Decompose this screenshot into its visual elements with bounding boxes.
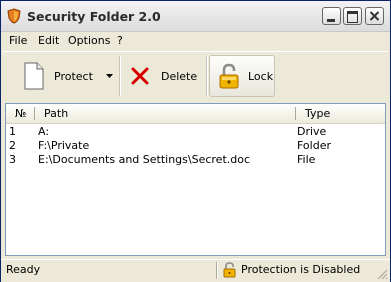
- list-item[interactable]: 2 F:\Private Folder: [6, 139, 385, 152]
- menu-edit[interactable]: Edit: [38, 34, 59, 47]
- row-path: F:\Private: [38, 139, 90, 152]
- status-bar: Ready Protection is Disabled: [1, 259, 390, 282]
- window-title: Security Folder 2.0: [27, 9, 161, 24]
- row-type: Folder: [297, 139, 331, 152]
- delete-button[interactable]: Delete: [125, 55, 203, 97]
- resize-grip-icon[interactable]: [376, 268, 388, 280]
- list-item[interactable]: 3 E:\Documents and Settings\Secret.doc F…: [6, 153, 385, 166]
- row-path: A:: [38, 125, 50, 138]
- delete-label: Delete: [161, 69, 198, 83]
- maximize-icon: [347, 11, 358, 23]
- app-window: Security Folder 2.0 File Edit Options ? …: [0, 0, 391, 282]
- protect-button[interactable]: Protect: [13, 55, 118, 97]
- column-divider[interactable]: [34, 107, 35, 120]
- row-type: File: [297, 153, 316, 166]
- maximize-button[interactable]: [343, 7, 362, 25]
- delete-x-icon: [131, 67, 149, 85]
- list-item[interactable]: 1 A: Drive: [6, 125, 385, 138]
- menu-file[interactable]: File: [9, 34, 27, 47]
- protected-items-list[interactable]: № Path Type 1 A: Drive 2 F:\Private Fold…: [5, 103, 386, 256]
- row-path: E:\Documents and Settings\Secret.doc: [38, 153, 251, 166]
- list-header: № Path Type: [6, 104, 385, 124]
- close-icon: [369, 11, 380, 21]
- menu-options[interactable]: Options: [68, 34, 110, 47]
- toolbar-separator: [119, 56, 121, 96]
- shield-icon: [7, 8, 21, 24]
- lock-label: Lock: [248, 69, 274, 83]
- status-divider: [216, 262, 218, 279]
- padlock-open-icon: [223, 262, 236, 278]
- lock-button[interactable]: Lock: [209, 55, 275, 97]
- menu-help[interactable]: ?: [117, 34, 123, 47]
- row-number: 1: [9, 125, 16, 138]
- toolbar-separator: [206, 56, 208, 96]
- status-text: Ready: [6, 263, 41, 276]
- column-divider[interactable]: [295, 107, 296, 120]
- column-header-type[interactable]: Type: [305, 107, 330, 120]
- minimize-button[interactable]: [322, 7, 341, 25]
- menu-bar: File Edit Options ?: [1, 32, 390, 50]
- column-header-number[interactable]: №: [15, 107, 26, 120]
- row-number: 2: [9, 139, 16, 152]
- title-bar[interactable]: Security Folder 2.0: [1, 1, 390, 32]
- column-header-path[interactable]: Path: [44, 107, 68, 120]
- protection-status: Protection is Disabled: [241, 263, 361, 276]
- dropdown-arrow-icon[interactable]: [105, 73, 114, 79]
- document-icon: [24, 62, 44, 90]
- toolbar: Protect Delete Lock: [3, 51, 388, 102]
- minimize-icon: [327, 19, 335, 22]
- close-button[interactable]: [365, 7, 384, 25]
- row-number: 3: [9, 153, 16, 166]
- padlock-open-icon: [219, 63, 239, 89]
- protect-label: Protect: [54, 69, 93, 83]
- row-type: Drive: [297, 125, 327, 138]
